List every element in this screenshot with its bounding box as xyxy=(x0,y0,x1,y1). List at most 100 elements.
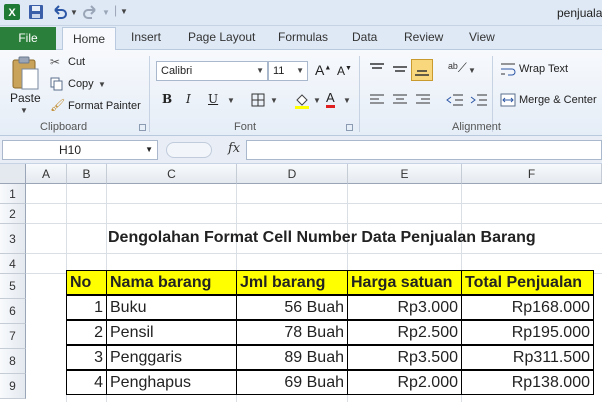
formula-input[interactable] xyxy=(246,140,602,160)
table-cell-total[interactable]: Rp195.000 xyxy=(461,320,594,345)
align-middle-icon[interactable] xyxy=(392,62,408,76)
formula-bar-handle[interactable] xyxy=(166,142,212,158)
font-color-dropdown-icon[interactable]: ▼ xyxy=(343,96,351,105)
column-header-e[interactable]: E xyxy=(348,164,462,184)
column-header-b[interactable]: B xyxy=(67,164,107,184)
borders-icon[interactable] xyxy=(251,93,265,107)
wrap-text-button[interactable]: Wrap Text xyxy=(519,63,568,75)
align-bottom-button[interactable] xyxy=(411,59,433,81)
row-header-4[interactable]: 4 xyxy=(0,254,26,274)
header-cell-total-penjualan[interactable]: Total Penjualan xyxy=(461,270,594,295)
align-top-icon[interactable] xyxy=(369,62,385,76)
copy-button[interactable]: Copy xyxy=(68,78,94,90)
name-box[interactable]: H10 ▼ xyxy=(2,140,158,160)
column-header-f[interactable]: F xyxy=(462,164,602,184)
table-cell-jml[interactable]: 78 Buah xyxy=(236,320,348,345)
increase-indent-icon[interactable] xyxy=(470,93,488,107)
table-cell-total[interactable]: Rp311.500 xyxy=(461,345,594,370)
column-header-c[interactable]: C xyxy=(107,164,237,184)
column-header-a[interactable]: A xyxy=(26,164,67,184)
undo-dropdown-icon[interactable]: ▼ xyxy=(70,8,78,17)
customize-toolbar-icon[interactable]: ▼ xyxy=(120,7,128,16)
table-cell-harga[interactable]: Rp3.500 xyxy=(347,345,462,370)
font-color-icon[interactable]: A xyxy=(326,91,335,108)
table-cell-nama[interactable]: Penghapus xyxy=(106,370,237,395)
table-cell-no[interactable]: 1 xyxy=(66,295,107,320)
table-cell-nama[interactable]: Pensil xyxy=(106,320,237,345)
paste-dropdown-icon[interactable]: ▼ xyxy=(20,106,28,115)
row-header-1[interactable]: 1 xyxy=(0,184,26,204)
row-header-8[interactable]: 8 xyxy=(0,349,26,374)
fx-icon[interactable]: fx xyxy=(228,141,240,156)
redo-icon[interactable] xyxy=(82,3,100,21)
font-name-select[interactable]: Calibri ▼ xyxy=(156,61,268,81)
tab-review[interactable]: Review xyxy=(404,30,443,44)
row-header-6[interactable]: 6 xyxy=(0,299,26,324)
copy-icon[interactable] xyxy=(50,77,64,91)
spreadsheet-grid[interactable]: A B C D E F 1 2 3 4 5 6 7 8 9 Dengolahan… xyxy=(0,164,602,402)
cut-button[interactable]: Cut xyxy=(68,56,85,68)
paste-button[interactable]: Paste xyxy=(10,91,41,105)
select-all-corner[interactable] xyxy=(0,164,26,184)
row-header-9[interactable]: 9 xyxy=(0,374,26,399)
align-right-icon[interactable] xyxy=(415,93,431,107)
table-cell-total[interactable]: Rp138.000 xyxy=(461,370,594,395)
font-size-select[interactable]: 11 ▼ xyxy=(268,61,308,81)
table-cell-harga[interactable]: Rp2.000 xyxy=(347,370,462,395)
table-cell-nama[interactable]: Buku xyxy=(106,295,237,320)
font-launcher-icon[interactable] xyxy=(346,124,353,131)
format-painter-button[interactable]: Format Painter xyxy=(68,100,141,112)
table-cell-no[interactable]: 3 xyxy=(66,345,107,370)
underline-button[interactable]: U xyxy=(208,92,218,106)
undo-icon[interactable] xyxy=(50,3,68,21)
borders-dropdown-icon[interactable]: ▼ xyxy=(270,96,278,105)
tab-file[interactable]: File xyxy=(0,27,56,50)
decrease-indent-icon[interactable] xyxy=(446,93,464,107)
bold-button[interactable]: B xyxy=(162,92,172,106)
save-icon[interactable] xyxy=(27,3,45,21)
paste-icon[interactable] xyxy=(10,55,40,91)
table-cell-no[interactable]: 4 xyxy=(66,370,107,395)
underline-dropdown-icon[interactable]: ▼ xyxy=(227,96,235,105)
row-header-5[interactable]: 5 xyxy=(0,274,26,299)
table-cell-jml[interactable]: 69 Buah xyxy=(236,370,348,395)
table-cell-harga[interactable]: Rp3.000 xyxy=(347,295,462,320)
column-header-d[interactable]: D xyxy=(237,164,348,184)
fill-color-icon[interactable] xyxy=(294,92,310,109)
align-center-icon[interactable] xyxy=(392,93,408,107)
sheet-heading[interactable]: Dengolahan Format Cell Number Data Penju… xyxy=(108,226,536,250)
merge-center-icon[interactable] xyxy=(500,93,516,107)
table-cell-total[interactable]: Rp168.000 xyxy=(461,295,594,320)
header-cell-no[interactable]: No xyxy=(66,270,107,295)
wrap-text-icon[interactable] xyxy=(500,62,516,76)
table-cell-harga[interactable]: Rp2.500 xyxy=(347,320,462,345)
fill-color-dropdown-icon[interactable]: ▼ xyxy=(313,96,321,105)
redo-dropdown-icon[interactable]: ▼ xyxy=(102,8,110,17)
orientation-dropdown-icon[interactable]: ▼ xyxy=(468,66,476,75)
header-cell-harga-satuan[interactable]: Harga satuan xyxy=(347,270,462,295)
table-cell-no[interactable]: 2 xyxy=(66,320,107,345)
tab-home[interactable]: Home xyxy=(62,27,117,51)
row-header-7[interactable]: 7 xyxy=(0,324,26,349)
cut-icon[interactable]: ✂ xyxy=(50,55,60,69)
grow-font-icon[interactable]: A▲ xyxy=(315,62,331,78)
table-cell-nama[interactable]: Penggaris xyxy=(106,345,237,370)
copy-dropdown-icon[interactable]: ▼ xyxy=(98,80,106,89)
merge-center-button[interactable]: Merge & Center xyxy=(519,94,597,106)
tab-view[interactable]: View xyxy=(469,30,495,44)
tab-page-layout[interactable]: Page Layout xyxy=(188,30,255,44)
header-cell-jml-barang[interactable]: Jml barang xyxy=(236,270,348,295)
row-header-2[interactable]: 2 xyxy=(0,204,26,224)
orientation-icon[interactable]: ᵃᵇ⟋ xyxy=(448,60,467,76)
tab-data[interactable]: Data xyxy=(352,30,377,44)
align-left-icon[interactable] xyxy=(369,93,385,107)
tab-formulas[interactable]: Formulas xyxy=(278,30,328,44)
format-painter-icon[interactable]: 🖌 xyxy=(50,98,65,112)
header-cell-nama-barang[interactable]: Nama barang xyxy=(106,270,237,295)
shrink-font-icon[interactable]: A▼ xyxy=(337,64,352,78)
italic-button[interactable]: I xyxy=(186,92,191,106)
table-cell-jml[interactable]: 89 Buah xyxy=(236,345,348,370)
row-header-3[interactable]: 3 xyxy=(0,224,26,254)
table-cell-jml[interactable]: 56 Buah xyxy=(236,295,348,320)
tab-insert[interactable]: Insert xyxy=(131,30,161,44)
